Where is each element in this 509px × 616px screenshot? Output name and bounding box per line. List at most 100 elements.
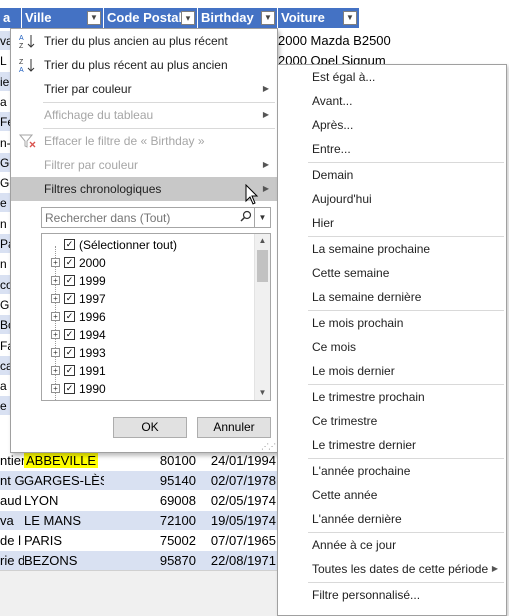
date-filter-option[interactable]: La semaine prochaine [278,237,506,261]
expand-icon[interactable]: + [51,366,60,375]
year-item[interactable]: + ✓ 1997 [42,290,252,308]
cell-fragment[interactable]: Gé [0,173,10,193]
date-filter-option[interactable]: Avant... [278,89,506,113]
cell-fragment[interactable]: e D [0,396,10,416]
cell-fragment[interactable]: Bo [0,315,10,335]
cell-birthday[interactable]: 02/07/1978 [198,471,278,491]
expand-icon[interactable]: + [51,384,60,393]
expand-icon[interactable]: + [51,312,60,321]
cell-a[interactable]: va [0,511,24,531]
scroll-up-icon[interactable]: ▲ [255,234,270,248]
date-filter-option[interactable]: Aujourd'hui [278,187,506,211]
checkbox-checked[interactable]: ✓ [64,329,75,340]
cell-fragment[interactable]: a [0,92,10,112]
date-filter-option[interactable]: Ce trimestre [278,409,506,433]
cell-ville[interactable]: LE MANS [24,511,104,531]
checkbox-checked[interactable]: ✓ [64,365,75,376]
cell-ville[interactable]: BEZONS [24,551,104,571]
select-all-item[interactable]: ✓ (Sélectionner tout) [42,236,252,254]
date-filter-option[interactable]: Cette semaine [278,261,506,285]
cell-a[interactable]: rie d [0,551,24,571]
column-header-voiture[interactable]: Voiture ▼ [278,8,360,28]
date-filter-option[interactable]: Est égal à... [278,65,506,89]
date-filter-option[interactable]: Le mois prochain [278,311,506,335]
checkbox-checked[interactable]: ✓ [64,347,75,358]
year-item[interactable]: + ✓ 1996 [42,308,252,326]
cell-code-postal[interactable]: 95870 [104,551,198,571]
cell-fragment[interactable]: L [0,51,10,71]
search-input[interactable] [42,208,232,227]
cell-fragment[interactable]: a C [0,376,10,396]
year-item[interactable]: + ✓ 1994 [42,326,252,344]
cell-code-postal[interactable]: 75002 [104,531,198,551]
sort-oldest-to-newest[interactable]: AZ Trier du plus ancien au plus récent [11,29,277,53]
cell-birthday[interactable]: 02/05/1974 [198,491,278,511]
cell-fragment[interactable]: e [0,193,10,213]
checkbox-checked[interactable]: ✓ [64,311,75,322]
date-filter-option[interactable]: Demain [278,163,506,187]
cell-fragment[interactable]: Fe [0,112,10,132]
expand-icon[interactable]: + [51,276,60,285]
cell-ville[interactable]: GARGES-LÈS- [24,471,104,491]
cell-fragment[interactable]: Pa [0,234,10,254]
column-header-birthday[interactable]: Birthday ▼ [198,8,278,28]
cell-fragment[interactable]: ca [0,356,10,376]
cell-fragment[interactable]: n C [0,214,10,234]
year-item[interactable]: + ✓ 1993 [42,344,252,362]
sort-by-color[interactable]: Trier par couleur ▶ [11,77,277,101]
year-item[interactable]: + ✓ 1990 [42,380,252,398]
search-icon[interactable] [240,210,252,225]
date-filter-option[interactable]: Ce mois [278,335,506,359]
cell-fragment[interactable]: Gu [0,295,10,315]
year-item[interactable]: + ✓ 1999 [42,272,252,290]
cell-code-postal[interactable]: 72100 [104,511,198,531]
date-filter-option[interactable]: L'année prochaine [278,459,506,483]
checkbox-checked[interactable]: ✓ [64,239,75,250]
filter-active-icon[interactable]: ▾ [181,11,195,25]
cell-fragment[interactable]: Fa [0,336,10,356]
search-field[interactable]: ▼ [41,207,271,228]
cell-fragment[interactable]: va [0,31,10,51]
cell-birthday[interactable]: 07/07/1965 [198,531,278,551]
expand-icon[interactable]: + [51,330,60,339]
checkbox-checked[interactable]: ✓ [64,257,75,268]
cell-ville[interactable]: PARIS [24,531,104,551]
resize-grip-icon[interactable]: ⋰⋰ [261,442,276,451]
date-filter-option[interactable]: Cette année [278,483,506,507]
filter-dropdown-icon[interactable]: ▼ [87,11,101,25]
cell-a[interactable]: aud [0,491,24,511]
column-header-ville[interactable]: Ville ▼ [22,8,104,28]
search-scope-dropdown-icon[interactable]: ▼ [254,208,270,227]
date-filter-option[interactable]: Hier [278,211,506,235]
scroll-thumb[interactable] [257,250,268,282]
cell-ville[interactable]: ABBEVILLE [24,451,104,471]
date-filters[interactable]: Filtres chronologiques ▶ [11,177,277,201]
voiture-cell[interactable]: 2000 Mazda B2500 [278,31,391,51]
expand-icon[interactable]: + [51,294,60,303]
date-filter-option[interactable]: Toutes les dates de cette période ▶ [278,557,506,581]
checkbox-checked[interactable]: ✓ [64,293,75,304]
column-header-code-postal[interactable]: Code Postal ▾ [104,8,198,28]
scroll-down-icon[interactable]: ▼ [255,386,270,400]
date-filter-option[interactable]: Année à ce jour [278,533,506,557]
cell-birthday[interactable]: 19/05/1974 [198,511,278,531]
cell-code-postal[interactable]: 69008 [104,491,198,511]
cancel-button[interactable]: Annuler [197,417,271,438]
checkbox-checked[interactable]: ✓ [64,383,75,394]
tree-scrollbar[interactable]: ▲ ▼ [254,234,270,400]
cell-fragment[interactable]: n- [0,133,10,153]
date-filter-option[interactable]: Le mois dernier [278,359,506,383]
expand-icon[interactable]: + [51,348,60,357]
cell-fragment[interactable]: n C [0,254,10,274]
date-filter-option[interactable]: Le trimestre dernier [278,433,506,457]
date-filter-option[interactable]: Après... [278,113,506,137]
filter-dropdown-icon[interactable]: ▼ [343,11,357,25]
filter-dropdown-icon[interactable]: ▼ [261,11,275,25]
checkbox-checked[interactable]: ✓ [64,275,75,286]
date-filter-option[interactable]: Le trimestre prochain [278,385,506,409]
expand-icon[interactable]: + [51,258,60,267]
cell-fragment[interactable]: co [0,275,10,295]
year-item[interactable]: + ✓ 1991 [42,362,252,380]
cell-code-postal[interactable]: 95140 [104,471,198,491]
cell-ville[interactable]: LYON [24,491,104,511]
